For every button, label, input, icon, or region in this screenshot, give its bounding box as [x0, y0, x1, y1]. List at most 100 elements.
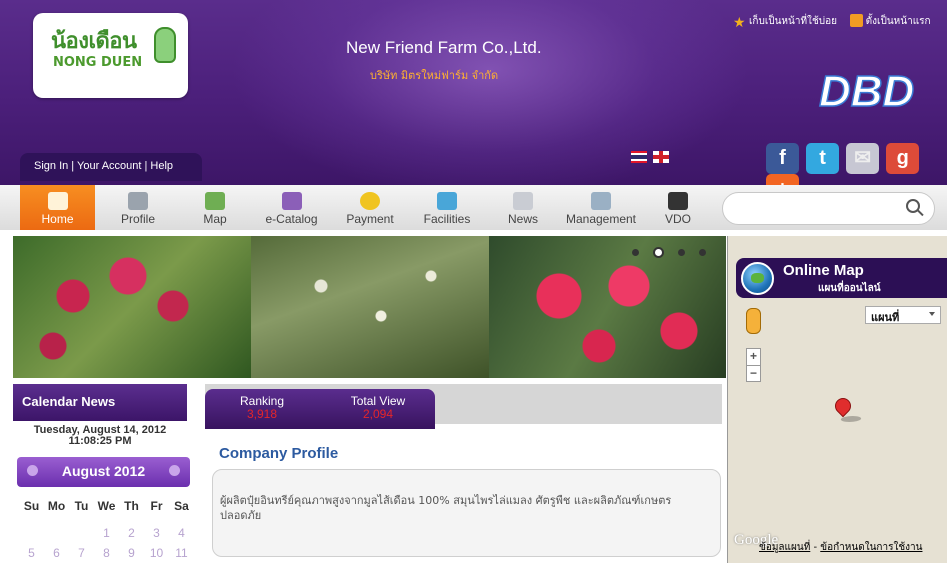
company-name-thai: บริษัท มิตรใหม่ฟาร์ม จำกัด	[370, 69, 499, 82]
terms-of-use-link[interactable]: ข้อกำหนดในการใช้งาน	[820, 542, 922, 553]
top-links: ★ เก็บเป็นหน้าที่ใช้บ่อย ตั้งเป็นหน้าแรก	[733, 14, 931, 30]
search-input[interactable]	[722, 192, 935, 225]
ranking-value: 3,918	[246, 407, 278, 421]
english-flag-icon[interactable]	[653, 151, 670, 163]
brand-logo[interactable]: น้องเดือน NONG DUEN	[33, 13, 188, 98]
header: น้องเดือน NONG DUEN New Friend Farm Co.,…	[0, 0, 947, 205]
logo-thai-text: น้องเดือน	[51, 29, 137, 54]
mail-icon[interactable]: ✉	[846, 143, 880, 174]
day-name: We	[97, 499, 116, 513]
map-data-link[interactable]: ข้อมูลแผนที่	[759, 542, 810, 553]
thai-flag-icon[interactable]	[631, 151, 647, 163]
nav-e-catalog[interactable]: e-Catalog	[260, 185, 323, 230]
banner-slideshow	[13, 236, 726, 378]
globe-icon	[741, 262, 774, 295]
zoom-in-button[interactable]: +	[747, 349, 760, 365]
map-type-value: แผนที่	[871, 311, 900, 324]
calendar-day[interactable]: 1	[94, 526, 119, 540]
star-icon: ★	[733, 15, 746, 31]
nav-label: e-Catalog	[265, 212, 318, 226]
profile-icon	[128, 192, 148, 210]
nav-profile[interactable]: Profile	[112, 185, 164, 230]
facilities-icon	[437, 192, 457, 210]
calendar-day[interactable]: 11	[169, 546, 194, 560]
nav-label: News	[507, 212, 538, 226]
nav-news[interactable]: News	[501, 185, 545, 230]
calendar-day[interactable]: 5	[19, 546, 44, 560]
day-name: Fr	[150, 499, 163, 513]
banner-photo-garden	[251, 236, 489, 378]
logo-english-text: NONG DUEN	[53, 55, 143, 70]
twitter-icon[interactable]: t	[806, 143, 840, 174]
slide-dot[interactable]	[632, 249, 639, 256]
slide-dot[interactable]	[699, 249, 707, 256]
page: น้องเดือน NONG DUEN New Friend Farm Co.,…	[0, 0, 947, 563]
map-links-separator: -	[810, 542, 821, 553]
account-links[interactable]: Sign In | Your Account | Help	[20, 153, 202, 181]
map-title: Online Map	[783, 262, 864, 279]
news-icon	[513, 192, 533, 210]
calendar-day[interactable]: 7	[69, 546, 94, 560]
slide-dot-active[interactable]	[653, 247, 665, 258]
calendar-month-bar: August 2012	[17, 457, 190, 487]
street-view-pegman-icon[interactable]	[746, 308, 761, 334]
nav-home[interactable]: Home	[20, 185, 95, 230]
nav-label: Home	[41, 212, 74, 226]
company-profile-description: ผู้ผลิตปุ๋ยอินทรีย์คุณภาพสูงจากมูลไส้เดื…	[220, 494, 672, 522]
total-view-value: 2,094	[362, 407, 394, 421]
nav-label: Payment	[346, 212, 394, 226]
map-icon	[205, 192, 225, 210]
calendar-day[interactable]: 9	[119, 546, 144, 560]
calendar-day[interactable]: 10	[144, 546, 169, 560]
nav-vdo[interactable]: VDO	[656, 185, 700, 230]
nav-payment[interactable]: Payment	[340, 185, 400, 230]
prev-month-icon[interactable]	[27, 465, 38, 476]
calendar-day[interactable]: 3	[144, 526, 169, 540]
zoom-out-button[interactable]: −	[747, 365, 760, 381]
calendar-day[interactable]: 2	[119, 526, 144, 540]
day-name: Mo	[47, 499, 66, 513]
calendar-day[interactable]: 6	[44, 546, 69, 560]
home-icon	[47, 192, 68, 210]
day-name: Tu	[74, 499, 89, 513]
calendar-day-names: Su Mo Tu We Th Fr Sa	[19, 499, 195, 513]
day-name: Su	[23, 499, 40, 513]
map-type-select[interactable]: แผนที่	[865, 306, 941, 324]
nav-facilities[interactable]: Facilities	[417, 185, 477, 230]
nav-label: Management	[565, 212, 637, 226]
set-homepage-link[interactable]: ตั้งเป็นหน้าแรก	[866, 16, 931, 27]
stats-tab: Ranking 3,918 Total View 2,094	[205, 389, 435, 429]
day-name: Sa	[174, 499, 189, 513]
nav-label: VDO	[664, 212, 691, 226]
day-name: Th	[124, 499, 139, 513]
next-month-icon[interactable]	[169, 465, 180, 476]
books-icon	[281, 192, 302, 210]
online-map[interactable]: Online Map แผนที่ออนไลน์ แผนที่ + − Goog…	[727, 236, 947, 563]
coins-icon	[360, 192, 380, 210]
film-icon	[668, 192, 688, 210]
map-subtitle: แผนที่ออนไลน์	[818, 283, 881, 294]
facebook-icon[interactable]: f	[766, 143, 799, 174]
calendar-news-header: Calendar News	[13, 384, 187, 421]
calendar-day[interactable]: 4	[169, 526, 194, 540]
nav-label: Facilities	[423, 212, 471, 226]
slide-dot[interactable]	[678, 249, 686, 256]
total-view-stat: Total View 2,094	[343, 395, 413, 421]
thumbs-up-icon	[154, 27, 176, 63]
search-icon[interactable]	[906, 199, 920, 213]
slideshow-dots	[632, 242, 715, 261]
home-icon	[849, 14, 863, 27]
zoom-control: + −	[746, 348, 761, 382]
nav-management[interactable]: Management	[560, 185, 642, 230]
tools-icon	[591, 192, 611, 210]
map-pin-icon[interactable]	[831, 394, 855, 418]
company-profile-title: Company Profile	[219, 445, 339, 462]
calendar-day[interactable]: 8	[94, 546, 119, 560]
nav-map[interactable]: Map	[192, 185, 238, 230]
google-plus-icon[interactable]: g	[886, 143, 920, 174]
bookmark-link[interactable]: เก็บเป็นหน้าที่ใช้บ่อย	[749, 16, 837, 27]
company-name: New Friend Farm Co.,Ltd.	[346, 38, 542, 57]
calendar-week: 1234	[19, 526, 195, 540]
dbd-logo: DBD	[818, 66, 915, 114]
calendar-week: 5 6 7 8 9 10 11	[19, 546, 195, 560]
